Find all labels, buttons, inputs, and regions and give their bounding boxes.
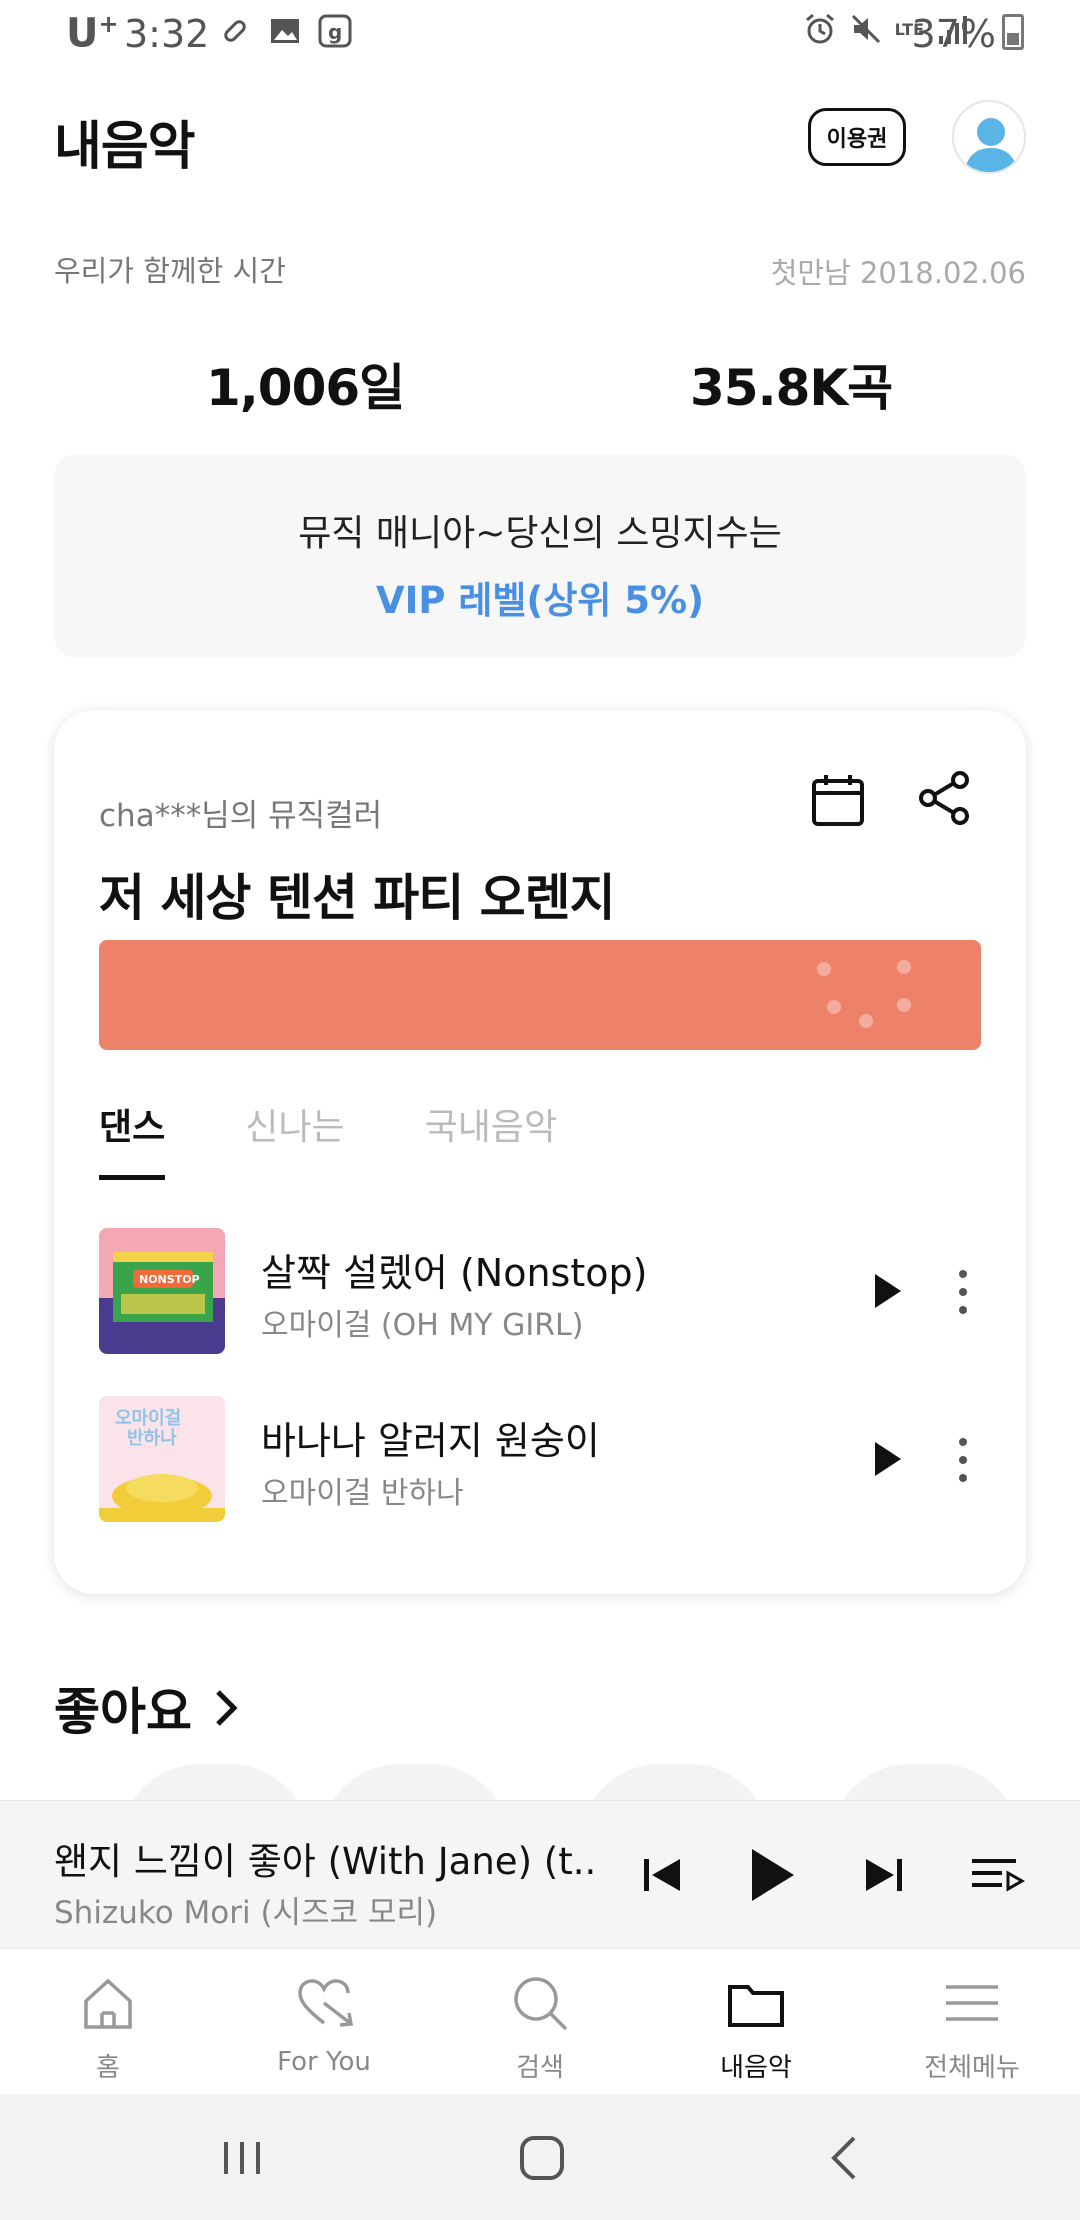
streaming-level-text: 뮤직 매니아~당신의 스밍지수는 [298, 513, 782, 554]
genre-tabs: 댄스 신나는 국내음악 [99, 1090, 557, 1180]
play-icon[interactable] [738, 1843, 802, 1907]
nav-home[interactable]: 홈 [0, 1949, 216, 2095]
music-color-card: cha***님의 뮤직컬러 저 세상 텐션 파티 오렌지 댄스 신나는 국내음악 [54, 710, 1026, 1594]
nav-label: 홈 [96, 2053, 120, 2083]
together-label: 우리가 함께한 시간 [54, 254, 286, 288]
album-art[interactable]: 오마이걸 반하나 [99, 1396, 225, 1522]
carrier-label: U+ [66, 10, 119, 57]
nav-label: 검색 [516, 2053, 564, 2083]
song-title: 바나나 알러지 원숭이 [261, 1419, 600, 1463]
now-playing-title: 왠지 느낌이 좋아 (With Jane) (t.. [54, 1840, 597, 1883]
pill-icon [218, 14, 252, 48]
more-options-icon[interactable] [953, 1264, 973, 1320]
nav-for-you[interactable]: For You [216, 1949, 432, 2095]
decor-dot [897, 960, 911, 974]
chevron-right-icon [216, 1690, 238, 1726]
nav-search[interactable]: 검색 [432, 1949, 648, 2095]
decor-dot [859, 1014, 873, 1028]
back-icon[interactable] [818, 2130, 874, 2186]
system-navigation-bar [0, 2094, 1080, 2220]
calendar-icon[interactable] [810, 772, 866, 828]
decor-dot [897, 998, 911, 1012]
likes-section-header[interactable]: 좋아요 [54, 1672, 242, 1744]
song-artist: 오마이걸 반하나 [261, 1476, 464, 1511]
play-icon[interactable] [861, 1266, 911, 1316]
user-icon [964, 118, 1018, 172]
now-playing-artist: Shizuko Mori (시즈코 모리) [54, 1895, 438, 1931]
svg-text:반하나: 반하나 [127, 1428, 177, 1449]
menu-icon [946, 1985, 998, 2021]
album-art[interactable]: NONSTOP [99, 1228, 225, 1354]
decor-dot [817, 962, 831, 976]
image-icon [268, 14, 302, 48]
mini-player[interactable]: 왠지 느낌이 좋아 (With Jane) (t.. Shizuko Mori … [0, 1800, 1080, 1948]
streaming-level-value: VIP 레벨(상위 5%) [375, 579, 705, 622]
more-options-icon[interactable] [953, 1432, 973, 1488]
days-count: 1,006일 [206, 359, 405, 417]
tab-dance[interactable]: 댄스 [99, 1090, 166, 1180]
search-icon [514, 1977, 568, 2031]
likes-title: 좋아요 [54, 1683, 192, 1741]
songs-count: 35.8K곡 [690, 359, 893, 417]
avatar[interactable] [952, 100, 1026, 174]
play-icon[interactable] [861, 1434, 911, 1484]
status-bar: U+ 3:32 g LTE 37% [0, 0, 1080, 64]
notification-icons: g [218, 14, 352, 48]
alarm-icon [803, 12, 837, 46]
first-meet-date: 첫만남 2018.02.06 [770, 256, 1026, 290]
music-color-title: 저 세상 텐션 파티 오렌지 [99, 869, 616, 927]
nav-label: 내음악 [720, 2053, 792, 2083]
music-color-bar[interactable] [99, 940, 981, 1050]
song-title: 살짝 설렜어 (Nonstop) [261, 1251, 648, 1295]
home-button-icon[interactable] [514, 2130, 570, 2186]
mute-icon [849, 12, 883, 46]
bottom-navigation: 홈 For You 검색 내음악 전체메뉴 [0, 1948, 1080, 2094]
home-icon [84, 1978, 132, 2029]
recent-apps-icon[interactable] [214, 2130, 270, 2186]
pass-button[interactable]: 이용권 [808, 108, 906, 166]
tab-korean-music[interactable]: 국내음악 [425, 1090, 557, 1180]
nav-my-music[interactable]: 내음악 [648, 1949, 864, 2095]
streaming-level-box: 뮤직 매니아~당신의 스밍지수는 VIP 레벨(상위 5%) [54, 454, 1026, 658]
svg-text:NONSTOP: NONSTOP [139, 1273, 200, 1286]
tab-exciting[interactable]: 신나는 [245, 1090, 344, 1180]
nav-label: 전체메뉴 [924, 2053, 1020, 2083]
previous-icon[interactable] [630, 1843, 694, 1907]
svg-text:오마이걸: 오마이걸 [115, 1407, 181, 1429]
playlist-icon[interactable] [964, 1843, 1028, 1907]
nav-all-menu[interactable]: 전체메뉴 [864, 1949, 1080, 2095]
page-title: 내음악 [54, 117, 196, 177]
next-icon[interactable] [852, 1843, 916, 1907]
app-g-icon: g [318, 14, 352, 48]
share-icon[interactable] [916, 770, 972, 826]
svg-text:g: g [328, 20, 342, 44]
decor-dot [827, 1000, 841, 1014]
music-color-owner: cha***님의 뮤직컬러 [99, 798, 383, 834]
battery-icon [1002, 14, 1024, 50]
heart-arrow-icon [298, 1979, 354, 2027]
status-time: 3:32 [124, 12, 210, 56]
nav-label: For You [277, 2047, 371, 2077]
folder-icon [728, 1985, 784, 2027]
song-row[interactable]: 오마이걸 반하나 바나나 알러지 원숭이 오마이걸 반하나 [99, 1396, 981, 1524]
battery-percent: 37% [911, 12, 996, 56]
song-artist: 오마이걸 (OH MY GIRL) [261, 1308, 584, 1343]
song-row[interactable]: NONSTOP 살짝 설렜어 (Nonstop) 오마이걸 (OH MY GIR… [99, 1228, 981, 1356]
